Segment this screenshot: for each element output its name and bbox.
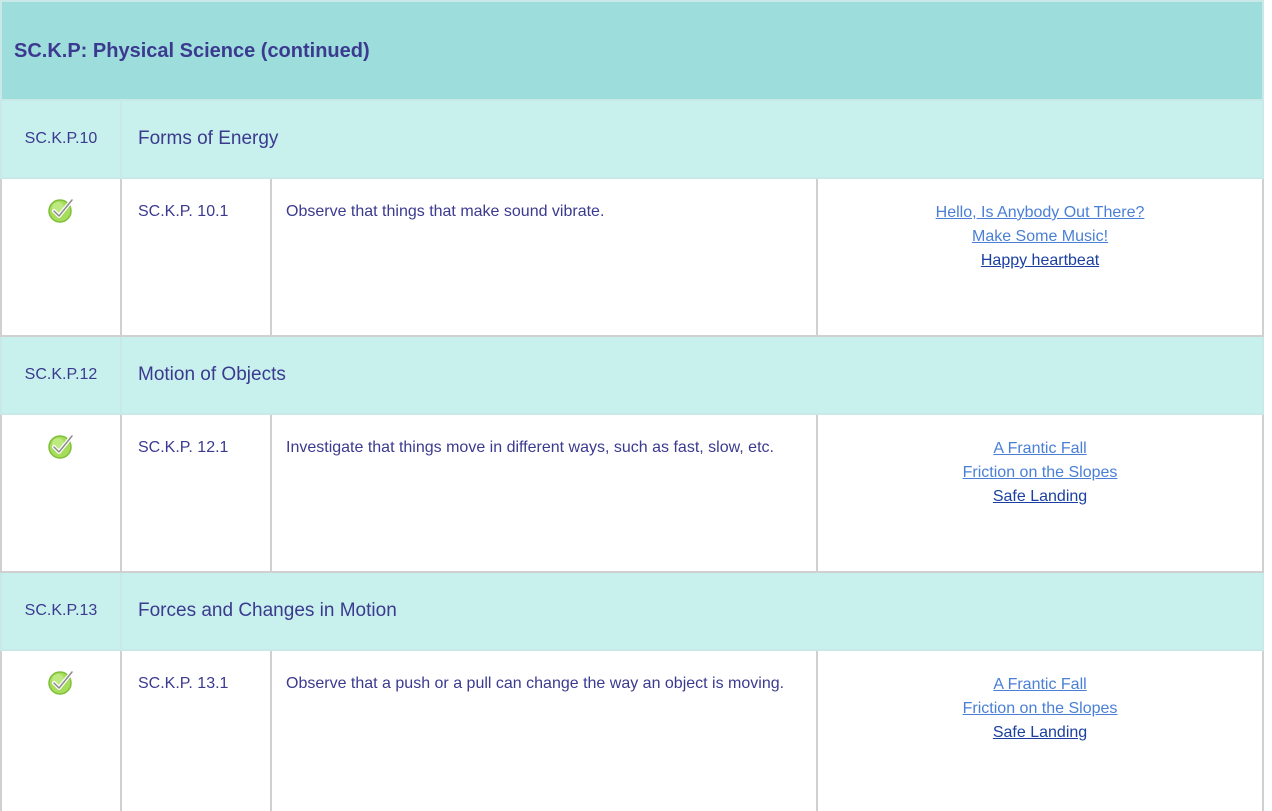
resource-links: A Frantic Fall Friction on the Slopes Sa… xyxy=(815,649,1265,811)
benchmark-row: SC.K.P. 13.1 Observe that a push or a pu… xyxy=(0,649,1265,811)
resource-link[interactable]: A Frantic Fall xyxy=(818,437,1262,461)
check-cell xyxy=(0,413,122,573)
section-name: Forms of Energy xyxy=(119,99,1265,179)
title-row: SC.K.P: Physical Science (continued) xyxy=(0,0,1265,101)
standards-table: SC.K.P: Physical Science (continued) SC.… xyxy=(0,0,1265,811)
section-code: SC.K.P.12 xyxy=(0,335,122,415)
section-name: Motion of Objects xyxy=(119,335,1265,415)
resource-link[interactable]: Safe Landing xyxy=(818,485,1262,509)
benchmark-code: SC.K.P. 13.1 xyxy=(120,649,272,811)
benchmark-description: Observe that things that make sound vibr… xyxy=(270,177,818,337)
resource-link[interactable]: Friction on the Slopes xyxy=(818,461,1262,485)
resource-link[interactable]: A Frantic Fall xyxy=(818,673,1262,697)
benchmark-description: Observe that a push or a pull can change… xyxy=(270,649,818,811)
benchmark-code: SC.K.P. 10.1 xyxy=(120,177,272,337)
check-icon xyxy=(48,198,74,223)
section-row: SC.K.P.12 Motion of Objects xyxy=(0,335,1265,415)
resource-link[interactable]: Friction on the Slopes xyxy=(818,697,1262,721)
section-code: SC.K.P.13 xyxy=(0,571,122,651)
resource-link[interactable]: Make Some Music! xyxy=(818,225,1262,249)
section-row: SC.K.P.10 Forms of Energy xyxy=(0,99,1265,179)
check-icon xyxy=(48,434,74,459)
check-cell xyxy=(0,649,122,811)
benchmark-code: SC.K.P. 12.1 xyxy=(120,413,272,573)
benchmark-description: Investigate that things move in differen… xyxy=(270,413,818,573)
resource-link[interactable]: Safe Landing xyxy=(818,721,1262,745)
section-code: SC.K.P.10 xyxy=(0,99,122,179)
resource-link[interactable]: Hello, Is Anybody Out There? xyxy=(818,201,1262,225)
section-row: SC.K.P.13 Forces and Changes in Motion xyxy=(0,571,1265,651)
check-cell xyxy=(0,177,122,337)
resource-link[interactable]: Happy heartbeat xyxy=(818,249,1262,273)
check-icon xyxy=(48,670,74,695)
benchmark-row: SC.K.P. 12.1 Investigate that things mov… xyxy=(0,413,1265,573)
resource-links: Hello, Is Anybody Out There? Make Some M… xyxy=(815,177,1265,337)
resource-links: A Frantic Fall Friction on the Slopes Sa… xyxy=(815,413,1265,573)
benchmark-row: SC.K.P. 10.1 Observe that things that ma… xyxy=(0,177,1265,337)
standards-table-container: SC.K.P: Physical Science (continued) SC.… xyxy=(0,0,1265,811)
section-name: Forces and Changes in Motion xyxy=(119,571,1265,651)
table-title: SC.K.P: Physical Science (continued) xyxy=(0,0,1265,101)
